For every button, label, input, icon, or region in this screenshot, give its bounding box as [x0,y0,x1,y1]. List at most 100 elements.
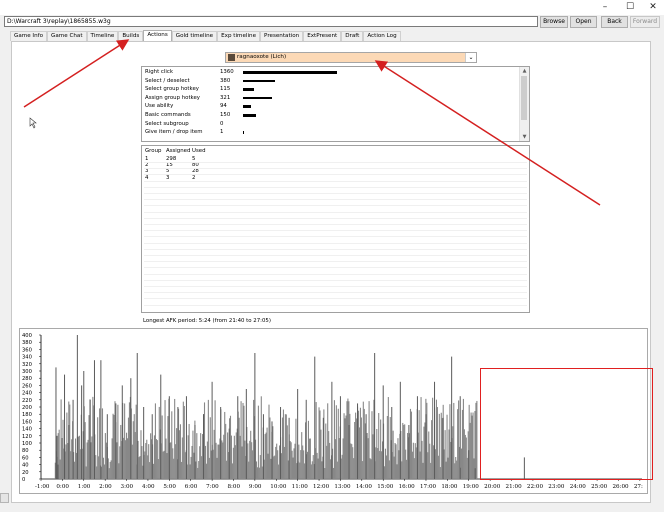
close-icon[interactable]: ✕ [642,1,664,14]
row-divider [144,211,527,213]
tab-exp-timeline[interactable]: Exp timeline [217,31,261,41]
row-divider [144,224,527,225]
y-tick-label: 380 [22,340,32,346]
column-header-assigned[interactable]: Assigned [166,148,190,155]
x-tick-label: 2:00 [99,484,112,490]
tab-extpresent[interactable]: ExtPresent [303,31,342,41]
y-tick-label: 120 [22,434,32,440]
side-handle[interactable] [0,493,9,503]
action-bar [243,114,256,117]
action-row[interactable]: Give item / drop item 1 [145,128,515,136]
row-divider [144,236,527,238]
action-count: 0 [220,120,224,127]
column-header-used[interactable]: Used [192,148,206,155]
back-button[interactable]: Back [601,16,628,28]
row-divider [144,162,527,163]
action-count: 1360 [220,69,234,75]
tab-presentation[interactable]: Presentation [260,31,304,41]
minimize-icon[interactable]: – [594,1,616,14]
action-name: Select group hotkey [145,86,199,93]
action-count: 150 [220,112,231,118]
action-name: Assign group hotkey [145,94,200,101]
action-count: 1 [220,129,224,136]
scroll-up-icon[interactable]: ▲ [520,67,529,75]
action-row[interactable]: Select / deselect 380 [145,77,515,85]
row-divider [144,255,527,256]
replay-path-input[interactable]: D:\Warcraft 3\replay\1865855.w3g [4,16,538,27]
y-tick-label: 280 [22,376,32,382]
action-count: 380 [220,77,231,84]
row-divider [144,193,527,194]
y-tick-label: 40 [22,463,29,469]
tab-actions[interactable]: Actions [143,30,172,41]
tab-gold-timeline[interactable]: Gold timeline [171,31,218,41]
x-tick-label: 19:00 [463,484,480,490]
action-bar [243,96,272,100]
row-divider [144,242,527,244]
x-tick-label: 26:00 [612,484,629,490]
x-tick-label: 24:00 [570,484,587,490]
x-tick-label: 4:00 [142,484,155,490]
row-divider [144,180,527,182]
action-row[interactable]: Basic commands 150 [145,111,515,119]
x-tick-label: 12:00 [313,484,330,490]
open-button[interactable]: Open [570,16,597,28]
chevron-down-icon[interactable]: ⌄ [465,53,476,62]
tab-action-log[interactable]: Action Log [363,31,401,41]
row-divider [144,205,527,207]
row-divider [144,286,527,287]
y-tick-label: 140 [22,427,32,433]
action-name: Select / deselect [145,77,190,84]
row-divider [144,292,527,294]
action-row[interactable]: Select subgroup 0 [145,120,515,128]
y-tick-label: 80 [22,448,29,454]
y-tick-label: 260 [22,383,32,389]
x-tick-label: 6:00 [185,484,198,490]
x-tick-label: 8:00 [227,484,240,490]
scroll-down-icon[interactable]: ▼ [520,133,529,141]
row-divider [144,168,527,170]
action-bar [243,79,275,83]
x-tick-label: 16:00 [399,484,416,490]
row-divider [144,279,527,281]
x-tick-label: -1:00 [35,484,50,490]
tab-game-info[interactable]: Game Info [10,31,48,41]
x-tick-label: 23:00 [548,484,565,490]
actions-scrollbar[interactable]: ▲ ▼ [519,67,529,141]
x-tick-label: 5:00 [163,484,176,490]
action-name: Basic commands [145,112,191,118]
action-count: 115 [220,86,231,93]
tab-draft[interactable]: Draft [341,31,364,41]
y-tick-label: 160 [22,419,32,425]
action-count: 94 [220,103,227,110]
row-divider [144,199,527,201]
x-tick-label: 20:00 [484,484,501,490]
tab-builds[interactable]: Builds [118,31,144,41]
x-tick-label: 10:00 [270,484,287,490]
x-tick-label: 3:00 [121,484,134,490]
action-bar [243,131,244,134]
y-tick-label: 20 [22,470,29,476]
action-bar [243,88,254,91]
action-row[interactable]: Right click 1360 [145,68,515,76]
scroll-thumb[interactable] [521,76,527,120]
player-select[interactable]: ragnaoxote (Lich) ⌄ [225,52,477,63]
action-row[interactable]: Use ability 94 [145,102,515,110]
action-name: Give item / drop item [145,129,203,136]
actions-list[interactable]: Right click 1360 Select / deselect 380 Selec… [141,66,530,142]
y-tick-label: 100 [22,441,32,447]
x-tick-label: 9:00 [249,484,262,490]
row-divider [144,186,527,188]
row-divider [144,230,527,232]
maximize-icon[interactable]: ☐ [619,1,641,14]
groups-list[interactable]: Group Assigned Used 1 298 5 2 15 80 3 5 28 4 3 2 [141,145,530,313]
action-row[interactable]: Select group hotkey 115 [145,85,515,93]
column-header-group[interactable]: Group [145,148,161,155]
tab-timeline[interactable]: Timeline [86,31,119,41]
x-tick-label: 14:00 [356,484,373,490]
title-bar [0,0,664,15]
row-divider [144,217,527,219]
browse-button[interactable]: Browse [540,16,568,28]
action-row[interactable]: Assign group hotkey 321 [145,94,515,102]
tab-game-chat[interactable]: Game Chat [47,31,87,41]
